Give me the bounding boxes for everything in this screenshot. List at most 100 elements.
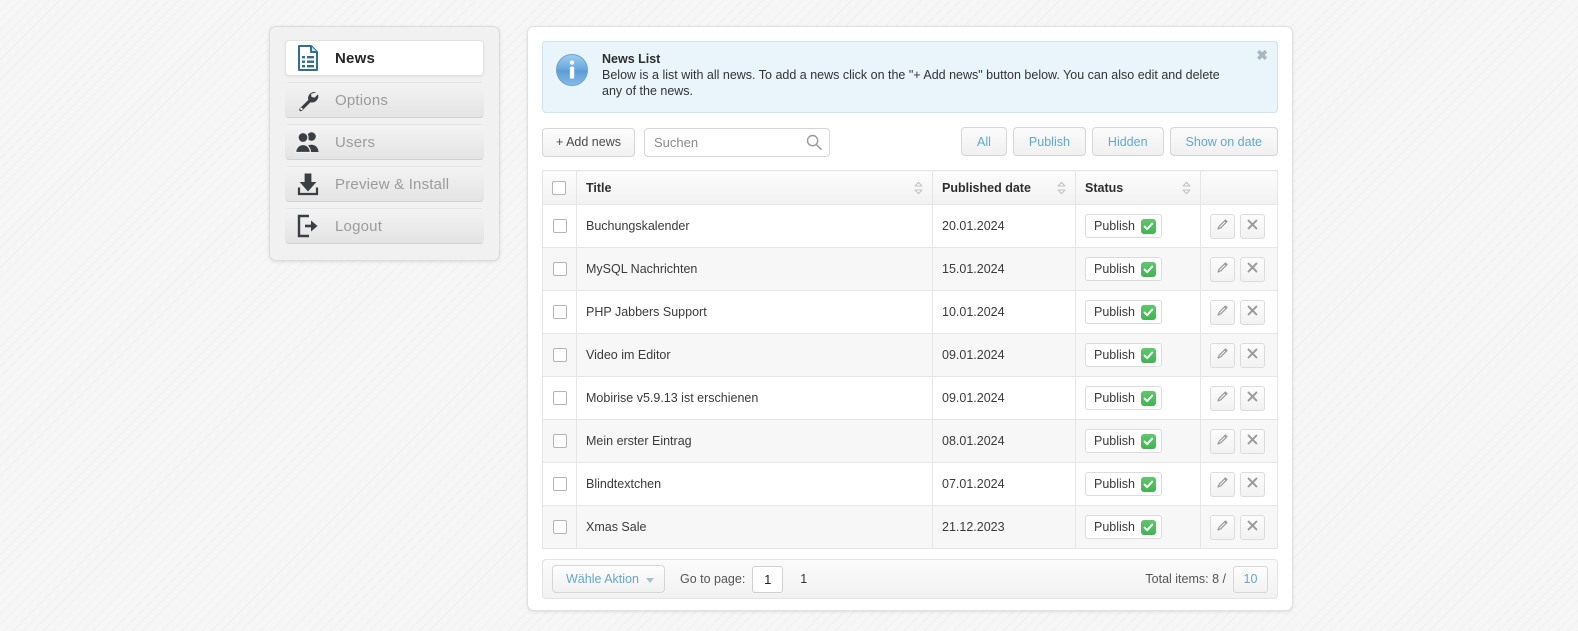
check-icon — [1141, 477, 1156, 492]
sidebar-item-preview-install[interactable]: Preview & Install — [285, 166, 484, 202]
sidebar-item-logout[interactable]: Logout — [285, 208, 484, 244]
status-badge[interactable]: Publish — [1085, 429, 1162, 453]
sidebar-item-label: Logout — [335, 218, 382, 235]
status-badge[interactable]: Publish — [1085, 515, 1162, 539]
row-action-group — [1210, 214, 1268, 239]
sidebar-item-options[interactable]: Options — [285, 82, 484, 118]
row-checkbox[interactable] — [553, 219, 567, 233]
delete-row-button[interactable] — [1240, 515, 1265, 540]
search-input[interactable] — [644, 128, 830, 157]
column-header-published-date[interactable]: Published date — [933, 171, 1076, 205]
status-label: Publish — [1094, 305, 1135, 319]
status-label: Publish — [1094, 391, 1135, 405]
goto-page-label: Go to page: — [680, 572, 745, 586]
cell-published-date: 15.01.2024 — [933, 248, 1076, 291]
cell-title: MySQL Nachrichten — [577, 248, 933, 291]
column-header-status[interactable]: Status — [1076, 171, 1201, 205]
sort-icon[interactable] — [914, 181, 923, 195]
cell-published-date: 20.01.2024 — [933, 205, 1076, 248]
column-header-title-label: Title — [586, 181, 611, 195]
pencil-icon — [1216, 218, 1229, 234]
row-action-group — [1210, 472, 1268, 497]
alert-text: Below is a list with all news. To add a … — [602, 68, 1243, 99]
close-icon[interactable]: ✖ — [1256, 48, 1268, 62]
table-row: Mein erster Eintrag08.01.2024Publish — [543, 420, 1278, 463]
column-header-title[interactable]: Title — [577, 171, 933, 205]
close-x-icon — [1247, 434, 1258, 448]
per-page-button[interactable]: 10 — [1233, 566, 1268, 593]
close-x-icon — [1247, 520, 1258, 534]
filter-hidden-button[interactable]: Hidden — [1092, 127, 1164, 156]
delete-row-button[interactable] — [1240, 472, 1265, 497]
row-action-group — [1210, 429, 1268, 454]
row-select-cell — [543, 334, 577, 377]
column-header-status-label: Status — [1085, 181, 1123, 195]
filter-all-button[interactable]: All — [961, 127, 1007, 156]
row-action-group — [1210, 515, 1268, 540]
pencil-icon — [1216, 304, 1229, 320]
users-icon — [293, 129, 323, 155]
row-action-group — [1210, 343, 1268, 368]
status-badge[interactable]: Publish — [1085, 257, 1162, 281]
pencil-icon — [1216, 390, 1229, 406]
edit-row-button[interactable] — [1210, 429, 1235, 454]
sidebar-item-news[interactable]: News — [285, 40, 484, 76]
sort-icon[interactable] — [1057, 181, 1066, 195]
row-checkbox[interactable] — [553, 477, 567, 491]
delete-row-button[interactable] — [1240, 257, 1265, 282]
row-select-cell — [543, 463, 577, 506]
status-badge[interactable]: Publish — [1085, 300, 1162, 324]
row-select-cell — [543, 506, 577, 549]
status-badge[interactable]: Publish — [1085, 386, 1162, 410]
row-checkbox[interactable] — [553, 305, 567, 319]
news-list-alert: News List Below is a list with all news.… — [542, 41, 1278, 113]
status-badge[interactable]: Publish — [1085, 472, 1162, 496]
row-checkbox[interactable] — [553, 262, 567, 276]
row-checkbox[interactable] — [553, 391, 567, 405]
sidebar-item-users[interactable]: Users — [285, 124, 484, 160]
status-badge[interactable]: Publish — [1085, 343, 1162, 367]
edit-row-button[interactable] — [1210, 515, 1235, 540]
add-news-button[interactable]: + Add news — [542, 128, 635, 157]
filter-show-on-date-button[interactable]: Show on date — [1170, 127, 1278, 156]
row-select-cell — [543, 377, 577, 420]
row-checkbox[interactable] — [553, 348, 567, 362]
row-checkbox[interactable] — [553, 520, 567, 534]
cell-actions — [1201, 291, 1278, 334]
edit-row-button[interactable] — [1210, 386, 1235, 411]
toolbar: + Add news All Publish Hidden Show on da… — [542, 127, 1278, 157]
check-icon — [1141, 219, 1156, 234]
delete-row-button[interactable] — [1240, 429, 1265, 454]
edit-row-button[interactable] — [1210, 214, 1235, 239]
delete-row-button[interactable] — [1240, 300, 1265, 325]
edit-row-button[interactable] — [1210, 343, 1235, 368]
check-icon — [1141, 434, 1156, 449]
delete-row-button[interactable] — [1240, 343, 1265, 368]
cell-title: Buchungskalender — [577, 205, 933, 248]
edit-row-button[interactable] — [1210, 257, 1235, 282]
logout-arrow-icon — [293, 213, 323, 239]
edit-row-button[interactable] — [1210, 300, 1235, 325]
delete-row-button[interactable] — [1240, 214, 1265, 239]
cell-published-date: 09.01.2024 — [933, 377, 1076, 420]
bulk-action-dropdown[interactable]: Wähle Aktion — [552, 565, 665, 593]
alert-title: News List — [602, 52, 1243, 66]
filter-publish-button[interactable]: Publish — [1013, 127, 1086, 156]
sort-icon[interactable] — [1182, 181, 1191, 195]
page-input[interactable] — [752, 566, 783, 593]
edit-row-button[interactable] — [1210, 472, 1235, 497]
row-action-group — [1210, 257, 1268, 282]
sidebar-item-label: Options — [335, 92, 388, 109]
row-checkbox[interactable] — [553, 434, 567, 448]
select-all-header — [543, 171, 577, 205]
cell-published-date: 08.01.2024 — [933, 420, 1076, 463]
cell-actions — [1201, 506, 1278, 549]
select-all-checkbox[interactable] — [552, 181, 566, 195]
check-icon — [1141, 391, 1156, 406]
row-action-group — [1210, 300, 1268, 325]
status-badge[interactable]: Publish — [1085, 214, 1162, 238]
delete-row-button[interactable] — [1240, 386, 1265, 411]
current-page-number[interactable]: 1 — [800, 572, 807, 586]
wrench-icon — [293, 87, 323, 113]
sidebar: News Options Users — [269, 26, 500, 261]
